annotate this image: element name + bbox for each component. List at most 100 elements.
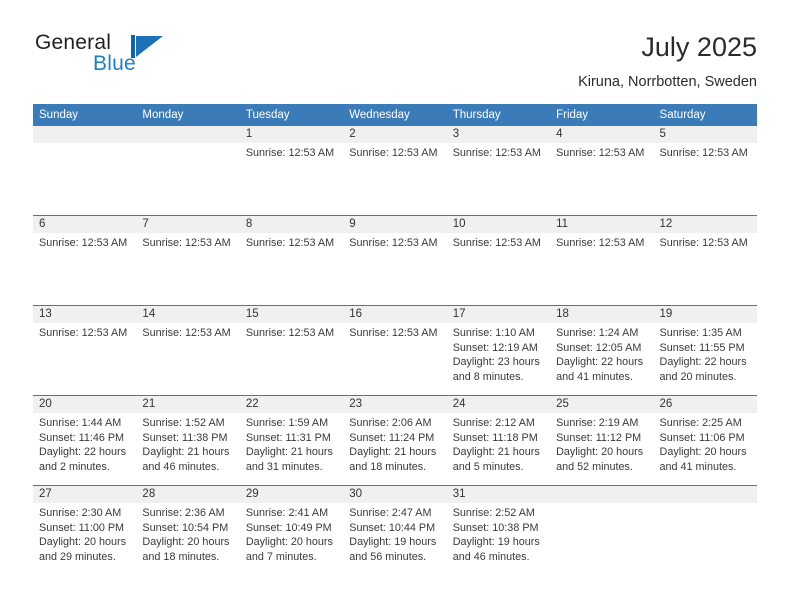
calendar-day-cell[interactable]: 26 Sunrise: 2:25 AM Sunset: 11:06 PM Daylig… bbox=[653, 396, 757, 485]
calendar-day-cell[interactable]: 10 Sunrise: 12:53 AM bbox=[446, 216, 551, 305]
calendar-day-cell[interactable]: 28 Sunrise: 2:36 AM Sunset: 10:54 PM Daylig… bbox=[136, 486, 240, 575]
day-detail-lines: Sunrise: 12:53 AM bbox=[343, 143, 446, 161]
day-detail-line: Sunset: 11:24 PM bbox=[349, 431, 435, 444]
day-detail-lines: Sunrise: 12:53 AM bbox=[33, 233, 136, 251]
day-detail-lines: Sunrise: 1:24 AM Sunset: 12:05 AM Daylight… bbox=[550, 323, 653, 384]
day-detail-line: Daylight: 20 hours bbox=[556, 446, 644, 459]
day-detail-lines: Sunrise: 12:53 AM bbox=[136, 323, 239, 341]
weekday-header-row: Sunday Monday Tuesday Wednesday Thursday Frid… bbox=[33, 104, 757, 126]
calendar-day-cell[interactable]: 15 Sunrise: 12:53 AM bbox=[239, 306, 344, 395]
day-detail-line: Sunrise: 12:53 AM bbox=[349, 237, 438, 249]
day-detail-line: and 18 minutes. bbox=[349, 460, 427, 473]
day-number: 23 bbox=[343, 396, 447, 413]
calendar-day-cell[interactable]: 20 Sunrise: 1:44 AM Sunset: 11:46 PM Daylig… bbox=[33, 396, 137, 485]
calendar-day-cell[interactable]: 1 Sunrise: 12:53 AM bbox=[239, 126, 344, 215]
general-blue-logo[interactable]: General Blue bbox=[33, 30, 263, 82]
calendar-day-cell[interactable]: 21 Sunrise: 1:52 AM Sunset: 11:38 PM Daylig… bbox=[136, 396, 240, 485]
calendar-day-cell[interactable]: 7 Sunrise: 12:53 AM bbox=[136, 216, 240, 305]
day-detail-line: and 2 minutes. bbox=[39, 460, 110, 473]
calendar-day-cell[interactable]: 24 Sunrise: 2:12 AM Sunset: 11:18 PM Daylig… bbox=[446, 396, 551, 485]
calendar-day-cell[interactable]: 22 Sunrise: 1:59 AM Sunset: 11:31 PM Daylig… bbox=[239, 396, 344, 485]
day-detail-line: Sunset: 11:12 PM bbox=[556, 431, 642, 444]
day-number: 24 bbox=[446, 396, 551, 413]
calendar-day-cell[interactable]: 16 Sunrise: 12:53 AM bbox=[343, 306, 447, 395]
day-number bbox=[33, 126, 137, 143]
calendar-day-cell[interactable]: 31 Sunrise: 2:52 AM Sunset: 10:38 PM Daylig… bbox=[446, 486, 551, 575]
day-detail-line: Sunrise: 2:06 AM bbox=[349, 417, 432, 429]
day-number: 14 bbox=[136, 306, 240, 323]
calendar-day-cell[interactable]: 9 Sunrise: 12:53 AM bbox=[343, 216, 447, 305]
day-detail-line: Sunrise: 2:36 AM bbox=[142, 507, 225, 519]
day-detail-lines: Sunrise: 2:30 AM Sunset: 11:00 PM Daylight… bbox=[33, 503, 136, 564]
day-number: 28 bbox=[136, 486, 240, 503]
calendar-day-cell[interactable]: 12 Sunrise: 12:53 AM bbox=[653, 216, 757, 305]
day-detail-line: Sunrise: 2:19 AM bbox=[556, 417, 639, 429]
calendar-day-cell[interactable]: 2 Sunrise: 12:53 AM bbox=[343, 126, 447, 215]
day-detail-line: Sunrise: 12:53 AM bbox=[349, 327, 438, 339]
calendar-week-row: 6 Sunrise: 12:53 AM 7 Sunrise: 12:53 AM 8 Sun… bbox=[33, 215, 757, 305]
calendar-day-cell[interactable]: 29 Sunrise: 2:41 AM Sunset: 10:49 PM Daylig… bbox=[239, 486, 344, 575]
day-number: 13 bbox=[33, 306, 137, 323]
day-detail-line: Sunset: 11:00 PM bbox=[39, 521, 125, 534]
calendar-day-cell[interactable]: 14 Sunrise: 12:53 AM bbox=[136, 306, 240, 395]
calendar-day-cell[interactable]: 23 Sunrise: 2:06 AM Sunset: 11:24 PM Daylig… bbox=[343, 396, 447, 485]
day-number: 16 bbox=[343, 306, 447, 323]
calendar-day-cell[interactable]: 30 Sunrise: 2:47 AM Sunset: 10:44 PM Daylig… bbox=[343, 486, 447, 575]
day-detail-lines: Sunrise: 2:47 AM Sunset: 10:44 PM Daylight… bbox=[343, 503, 446, 564]
calendar-week-row: 20 Sunrise: 1:44 AM Sunset: 11:46 PM Daylig… bbox=[33, 395, 757, 485]
day-detail-line: Sunset: 10:38 PM bbox=[452, 521, 539, 534]
day-detail-line: and 18 minutes. bbox=[142, 550, 220, 563]
day-detail-line: and 56 minutes. bbox=[349, 550, 427, 563]
day-detail-line: Sunrise: 2:12 AM bbox=[452, 417, 535, 429]
day-detail-line: Sunrise: 1:44 AM bbox=[39, 417, 122, 429]
day-number: 4 bbox=[550, 126, 654, 143]
calendar-day-cell-empty bbox=[136, 126, 240, 215]
day-number: 8 bbox=[239, 216, 344, 233]
calendar-day-cell[interactable]: 11 Sunrise: 12:53 AM bbox=[550, 216, 654, 305]
day-detail-lines: Sunrise: 1:10 AM Sunset: 12:19 AM Daylight… bbox=[447, 323, 550, 384]
day-detail-lines: Sunrise: 12:53 AM bbox=[550, 233, 653, 251]
calendar-day-cell[interactable]: 19 Sunrise: 1:35 AM Sunset: 11:55 PM Daylig… bbox=[653, 306, 757, 395]
day-detail-line: Sunrise: 1:24 AM bbox=[556, 327, 639, 339]
calendar-day-cell[interactable]: 4 Sunrise: 12:53 AM bbox=[550, 126, 654, 215]
day-detail-lines: Sunrise: 1:52 AM Sunset: 11:38 PM Daylight… bbox=[136, 413, 239, 474]
day-detail-lines: Sunrise: 12:53 AM bbox=[654, 143, 757, 161]
day-number: 21 bbox=[136, 396, 240, 413]
calendar-page: General Blue July 2025 Kiruna, Norrbotte… bbox=[0, 0, 792, 612]
day-number: 27 bbox=[33, 486, 137, 503]
day-detail-line: Sunrise: 12:53 AM bbox=[142, 237, 231, 249]
day-detail-lines: Sunrise: 12:53 AM bbox=[240, 143, 343, 161]
day-detail-line: Sunrise: 12:53 AM bbox=[39, 237, 128, 249]
calendar-day-cell[interactable]: 25 Sunrise: 2:19 AM Sunset: 11:12 PM Daylig… bbox=[550, 396, 654, 485]
calendar-day-cell[interactable]: 5 Sunrise: 12:53 AM bbox=[653, 126, 757, 215]
day-detail-lines: Sunrise: 1:59 AM Sunset: 11:31 PM Daylight… bbox=[240, 413, 343, 474]
day-detail-line: Daylight: 20 hours bbox=[245, 536, 333, 549]
day-detail-line: Sunrise: 12:53 AM bbox=[39, 327, 128, 339]
day-detail-line: Sunrise: 1:52 AM bbox=[142, 417, 225, 429]
weekday-header-thursday: Thursday bbox=[452, 109, 501, 121]
day-detail-lines: Sunrise: 2:19 AM Sunset: 11:12 PM Daylight… bbox=[550, 413, 653, 474]
day-number: 19 bbox=[653, 306, 757, 323]
day-detail-line: and 8 minutes. bbox=[452, 370, 524, 383]
day-detail-line: and 31 minutes. bbox=[245, 460, 323, 473]
calendar-day-cell[interactable]: 17 Sunrise: 1:10 AM Sunset: 12:19 AM Daylig… bbox=[446, 306, 551, 395]
day-number: 17 bbox=[446, 306, 551, 323]
day-detail-line: and 52 minutes. bbox=[556, 460, 633, 473]
day-number: 26 bbox=[653, 396, 757, 413]
day-detail-line: Sunrise: 12:53 AM bbox=[245, 237, 335, 249]
day-detail-line: Sunrise: 2:41 AM bbox=[245, 507, 329, 519]
day-detail-line: Sunrise: 2:52 AM bbox=[452, 507, 535, 519]
day-number: 30 bbox=[343, 486, 447, 503]
day-detail-lines bbox=[136, 143, 239, 146]
calendar-day-cell[interactable]: 6 Sunrise: 12:53 AM bbox=[33, 216, 137, 305]
calendar-day-cell[interactable]: 18 Sunrise: 1:24 AM Sunset: 12:05 AM Daylig… bbox=[550, 306, 654, 395]
day-detail-lines: Sunrise: 12:53 AM bbox=[343, 233, 446, 251]
day-detail-line: Sunrise: 12:53 AM bbox=[556, 237, 645, 249]
calendar-day-cell[interactable]: 27 Sunrise: 2:30 AM Sunset: 11:00 PM Daylig… bbox=[33, 486, 137, 575]
calendar-day-cell[interactable]: 13 Sunrise: 12:53 AM bbox=[33, 306, 137, 395]
calendar-day-cell[interactable]: 8 Sunrise: 12:53 AM bbox=[239, 216, 344, 305]
day-detail-lines: Sunrise: 2:06 AM Sunset: 11:24 PM Daylight… bbox=[343, 413, 446, 474]
day-number: 11 bbox=[550, 216, 654, 233]
calendar-day-cell[interactable]: 3 Sunrise: 12:53 AM bbox=[446, 126, 551, 215]
day-detail-line: Sunset: 11:18 PM bbox=[452, 431, 538, 444]
